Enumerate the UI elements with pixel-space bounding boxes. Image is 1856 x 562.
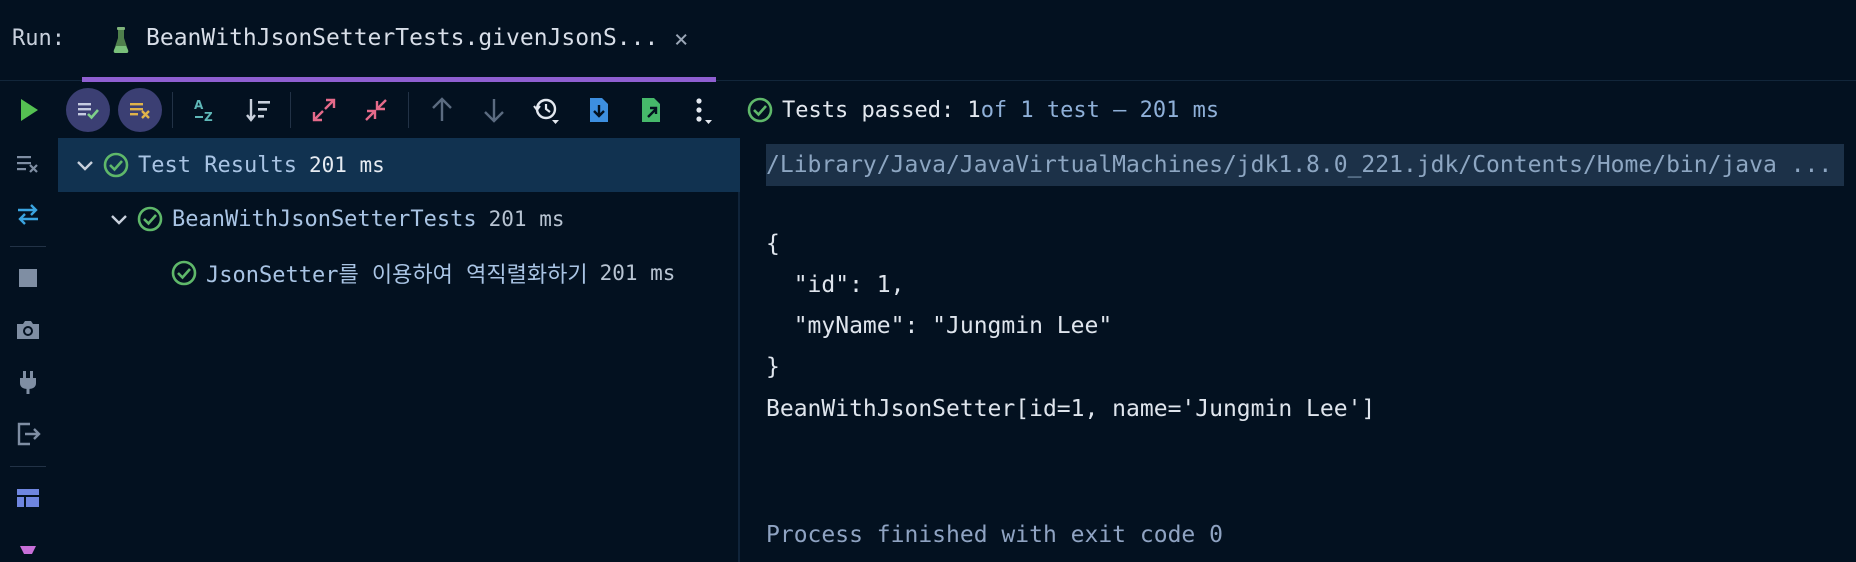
tab-title: BeanWithJsonSetterTests.givenJsonS...: [146, 25, 659, 51]
tree-item-test-class[interactable]: BeanWithJsonSetterTests 201 ms: [58, 192, 740, 246]
exit-icon: [17, 422, 41, 446]
toolbar-separator: [172, 92, 173, 128]
success-check-icon: [747, 97, 773, 123]
arrow-up-icon: [432, 97, 452, 121]
flask-icon: [113, 27, 129, 53]
toolbar-separator: [408, 92, 409, 128]
sort-duration-icon: [246, 99, 270, 122]
collapse-icon: [365, 99, 387, 121]
collapse-all-button[interactable]: [354, 88, 398, 132]
success-check-icon: [137, 206, 163, 232]
console-line: {: [766, 231, 780, 257]
test-results-tree: Test Results 201 ms BeanWithJsonSetterTe…: [58, 138, 740, 562]
history-icon: [533, 98, 559, 124]
sort-az-icon: A Z: [194, 98, 213, 124]
show-ignored-button[interactable]: [118, 88, 162, 132]
show-ignored-icon: [130, 103, 150, 119]
sort-by-duration-button[interactable]: [236, 88, 280, 132]
command-line[interactable]: /Library/Java/JavaVirtualMachines/jdk1.8…: [766, 144, 1844, 186]
clear-all-button[interactable]: [10, 146, 46, 182]
exit-message: Process finished with exit code 0: [766, 522, 1223, 548]
tree-item-label: Test Results: [138, 152, 297, 178]
status-detail: of 1 test – 201 ms: [980, 97, 1220, 123]
previous-test-button[interactable]: [420, 88, 464, 132]
sort-alphabetically-button[interactable]: A Z: [184, 88, 228, 132]
tree-item-test-results[interactable]: Test Results 201 ms: [58, 138, 740, 192]
play-icon: [21, 99, 38, 121]
export-icon: [642, 98, 660, 122]
more-options-button[interactable]: [680, 88, 724, 132]
clear-icon: [17, 156, 38, 173]
console-output[interactable]: /Library/Java/JavaVirtualMachines/jdk1.8…: [742, 138, 1856, 562]
console-line: "myName": "Jungmin Lee": [766, 313, 1113, 339]
import-tests-button[interactable]: [576, 88, 620, 132]
run-tool-window: Run: BeanWithJsonSetterTests.givenJsonS.…: [0, 0, 1856, 562]
side-separator: [10, 246, 46, 247]
tree-item-label: BeanWithJsonSetterTests: [172, 206, 477, 232]
stop-icon: [19, 269, 37, 287]
tree-item-test-method[interactable]: JsonSetter를 이용하여 역직렬화하기 201 ms: [58, 246, 740, 300]
test-toolbar: A Z Tests passed: 1 of 1 test – 201 ms: [0, 82, 1856, 138]
screenshot-button[interactable]: [10, 312, 46, 348]
stop-button[interactable]: [10, 260, 46, 296]
swap-arrows-icon: [18, 204, 38, 225]
show-passed-button[interactable]: [66, 88, 110, 132]
arrow-down-icon: [484, 99, 504, 123]
svg-text:A: A: [194, 98, 204, 112]
test-history-button[interactable]: [524, 88, 568, 132]
more-icon: [696, 98, 712, 124]
tree-item-duration: 201 ms: [599, 261, 676, 285]
show-passed-icon: [78, 103, 99, 120]
import-icon: [590, 98, 608, 122]
run-label: Run:: [12, 26, 65, 51]
side-toolbar: [0, 138, 58, 562]
export-tests-button[interactable]: [628, 88, 672, 132]
expand-icon: [312, 98, 336, 122]
console-line: "id": 1,: [766, 272, 905, 298]
exit-button[interactable]: [10, 416, 46, 452]
side-separator: [10, 466, 46, 467]
chevron-down-icon[interactable]: [108, 208, 130, 230]
toolbar-separator: [290, 92, 291, 128]
soft-wrap-button[interactable]: [10, 196, 46, 232]
next-test-button[interactable]: [472, 88, 516, 132]
layout-icon: [17, 489, 39, 507]
run-header: Run: BeanWithJsonSetterTests.givenJsonS.…: [0, 0, 1856, 82]
plug-icon: [20, 371, 36, 394]
expand-all-button[interactable]: [302, 88, 346, 132]
console-line: BeanWithJsonSetter[id=1, name='Jungmin L…: [766, 396, 1376, 422]
camera-icon: [17, 321, 39, 339]
layout-button[interactable]: [10, 480, 46, 516]
rerun-button[interactable]: [6, 88, 50, 132]
chevron-down-icon[interactable]: [74, 154, 96, 176]
svg-text:Z: Z: [204, 110, 213, 124]
test-status: Tests passed: 1 of 1 test – 201 ms: [746, 94, 1219, 126]
pin-button[interactable]: [10, 530, 46, 562]
attach-debugger-button[interactable]: [10, 364, 46, 400]
run-tab[interactable]: BeanWithJsonSetterTests.givenJsonS... ×: [82, 0, 716, 82]
tree-item-duration: 201 ms: [308, 153, 385, 177]
console-line: }: [766, 354, 780, 380]
status-passed: Tests passed: 1: [782, 97, 981, 123]
tree-item-duration: 201 ms: [488, 207, 565, 231]
tree-item-label: JsonSetter를 이용하여 역직렬화하기: [206, 263, 588, 288]
success-check-icon: [171, 260, 197, 286]
pin-icon: [20, 546, 36, 554]
success-check-icon: [103, 152, 129, 178]
close-icon[interactable]: ×: [674, 27, 688, 51]
